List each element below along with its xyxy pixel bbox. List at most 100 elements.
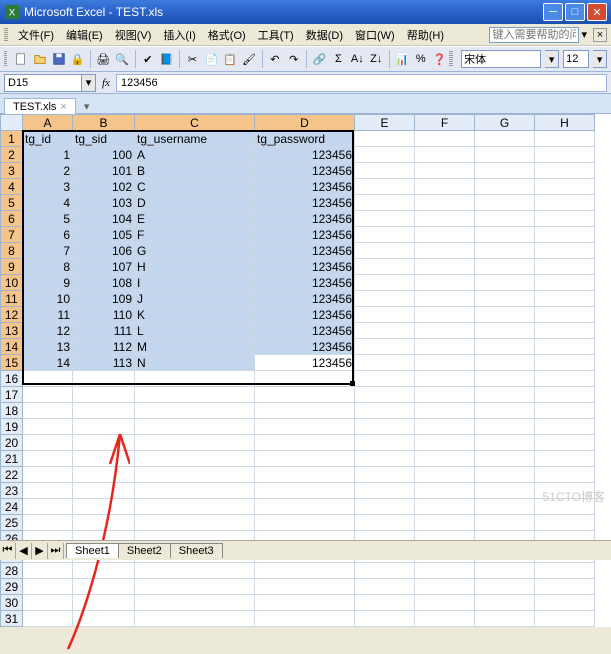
cell[interactable]: [475, 323, 535, 339]
cell[interactable]: [535, 131, 595, 147]
cell[interactable]: [415, 291, 475, 307]
col-header-A[interactable]: A: [23, 115, 73, 131]
cell[interactable]: [355, 595, 415, 611]
cell[interactable]: [23, 595, 73, 611]
cell[interactable]: [355, 275, 415, 291]
cell[interactable]: G: [135, 243, 255, 259]
cell[interactable]: 123456: [255, 227, 355, 243]
cell[interactable]: 7: [23, 243, 73, 259]
row-header[interactable]: 28: [1, 563, 23, 579]
menu-edit[interactable]: 编辑(E): [60, 25, 109, 45]
cell[interactable]: [475, 211, 535, 227]
cell[interactable]: [73, 371, 135, 387]
row-header[interactable]: 21: [1, 451, 23, 467]
cell[interactable]: [255, 387, 355, 403]
cell[interactable]: 5: [23, 211, 73, 227]
cell[interactable]: [415, 403, 475, 419]
row-header[interactable]: 6: [1, 211, 23, 227]
cell[interactable]: [135, 435, 255, 451]
row-header[interactable]: 4: [1, 179, 23, 195]
cell[interactable]: [73, 611, 135, 627]
next-sheet-icon[interactable]: ▶: [32, 543, 48, 559]
cell[interactable]: I: [135, 275, 255, 291]
cell[interactable]: [535, 243, 595, 259]
cell[interactable]: [135, 563, 255, 579]
cell[interactable]: [475, 163, 535, 179]
cell[interactable]: [475, 579, 535, 595]
sort-asc-icon[interactable]: A↓: [349, 49, 366, 69]
chevron-down-icon[interactable]: ▾: [545, 50, 559, 68]
cell[interactable]: [73, 595, 135, 611]
cell[interactable]: 111: [73, 323, 135, 339]
cell[interactable]: 3: [23, 179, 73, 195]
row-header[interactable]: 15: [1, 355, 23, 371]
cell[interactable]: [415, 387, 475, 403]
cell[interactable]: [475, 275, 535, 291]
formula-input[interactable]: 123456: [116, 74, 607, 92]
cell[interactable]: C: [135, 179, 255, 195]
cell[interactable]: [415, 595, 475, 611]
cell[interactable]: [415, 371, 475, 387]
cell[interactable]: [535, 259, 595, 275]
cell[interactable]: [415, 579, 475, 595]
cell[interactable]: 13: [23, 339, 73, 355]
cell[interactable]: [355, 147, 415, 163]
cell[interactable]: [535, 451, 595, 467]
cell[interactable]: [475, 291, 535, 307]
name-box[interactable]: D15: [4, 74, 82, 92]
cell[interactable]: [355, 179, 415, 195]
row-header[interactable]: 16: [1, 371, 23, 387]
cell[interactable]: 123456: [255, 275, 355, 291]
row-header[interactable]: 18: [1, 403, 23, 419]
cell[interactable]: [475, 515, 535, 531]
cell[interactable]: 123456: [255, 195, 355, 211]
copy-icon[interactable]: 📄: [203, 49, 220, 69]
cell[interactable]: 110: [73, 307, 135, 323]
cell[interactable]: [535, 211, 595, 227]
cell[interactable]: [415, 467, 475, 483]
cell[interactable]: [415, 499, 475, 515]
cell[interactable]: [355, 419, 415, 435]
cell[interactable]: [415, 195, 475, 211]
cell[interactable]: [535, 355, 595, 371]
chevron-down-icon[interactable]: ▾: [593, 50, 607, 68]
cell[interactable]: [355, 451, 415, 467]
cell[interactable]: [415, 259, 475, 275]
cell[interactable]: [73, 563, 135, 579]
cell[interactable]: [255, 563, 355, 579]
cell[interactable]: [73, 467, 135, 483]
cell[interactable]: [475, 307, 535, 323]
cell[interactable]: 109: [73, 291, 135, 307]
maximize-button[interactable]: □: [565, 3, 585, 21]
cell[interactable]: [475, 355, 535, 371]
cell[interactable]: [415, 179, 475, 195]
cell[interactable]: [23, 435, 73, 451]
cell[interactable]: [355, 579, 415, 595]
col-header-E[interactable]: E: [355, 115, 415, 131]
cell[interactable]: [535, 307, 595, 323]
sheet-tab-2[interactable]: Sheet2: [118, 543, 171, 558]
cell[interactable]: 123456: [255, 307, 355, 323]
cell[interactable]: [255, 499, 355, 515]
cell[interactable]: [535, 403, 595, 419]
row-header[interactable]: 23: [1, 483, 23, 499]
cell[interactable]: [355, 467, 415, 483]
cell[interactable]: F: [135, 227, 255, 243]
menu-format[interactable]: 格式(O): [202, 25, 252, 45]
minimize-button[interactable]: ─: [543, 3, 563, 21]
cell[interactable]: [23, 371, 73, 387]
row-header[interactable]: 24: [1, 499, 23, 515]
cell[interactable]: [355, 371, 415, 387]
cell[interactable]: [73, 579, 135, 595]
cell[interactable]: [355, 339, 415, 355]
sheet-tab-1[interactable]: Sheet1: [66, 543, 119, 558]
cell[interactable]: [535, 579, 595, 595]
cell[interactable]: [255, 371, 355, 387]
cell[interactable]: [135, 483, 255, 499]
cell[interactable]: H: [135, 259, 255, 275]
cell[interactable]: [475, 147, 535, 163]
cell[interactable]: [73, 483, 135, 499]
spell-icon[interactable]: ✔: [139, 49, 156, 69]
cell[interactable]: 123456: [255, 243, 355, 259]
cell[interactable]: 123456: [255, 291, 355, 307]
